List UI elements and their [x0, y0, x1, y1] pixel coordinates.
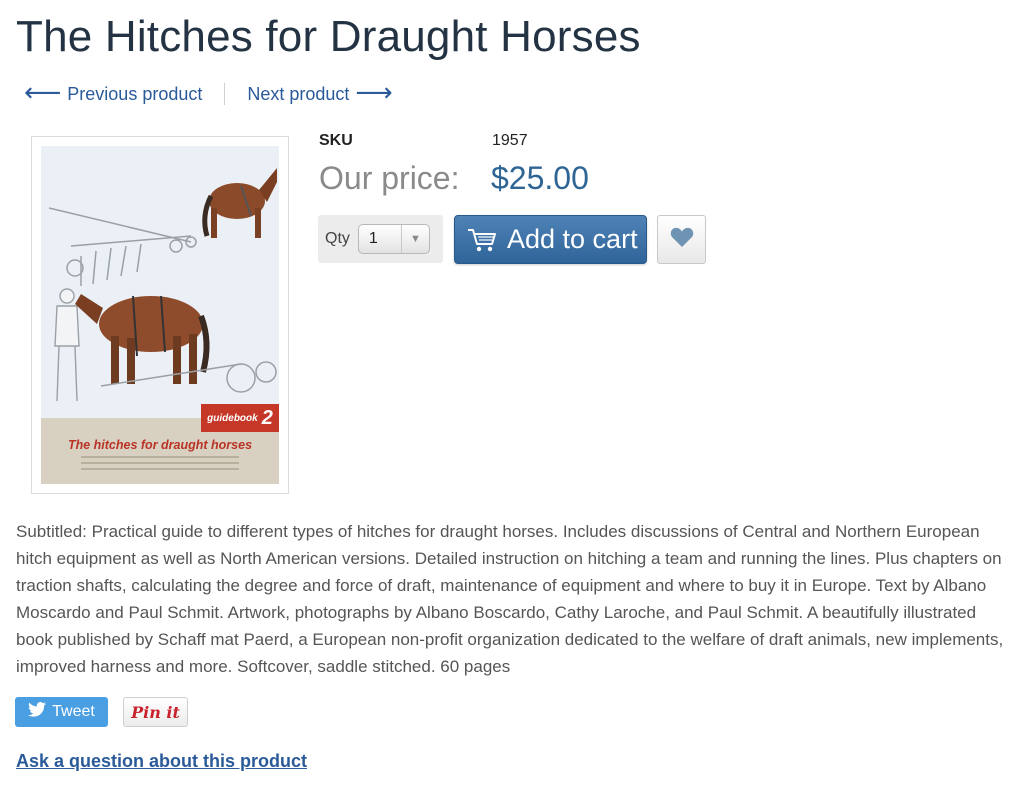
arrow-right-icon: ⟶	[355, 77, 393, 107]
product-description: Subtitled: Practical guide to different …	[16, 522, 1004, 676]
cover-subtitle-lines	[81, 456, 239, 458]
next-product-link[interactable]: Next product ⟶	[247, 77, 393, 107]
quantity-value: 1	[368, 230, 378, 247]
tweet-button[interactable]: Tweet	[15, 697, 108, 727]
arrow-left-icon: ⟵	[24, 77, 62, 107]
ask-question-link[interactable]: Ask a question about this product	[16, 751, 307, 772]
pin-it-button[interactable]: Pin it	[123, 697, 188, 727]
price-label: Our price:	[319, 160, 460, 196]
sku-value: 1957	[492, 132, 528, 149]
book-cover: guidebook 2 The hitches for draught hors…	[41, 146, 279, 484]
chevron-down-icon: ▼	[400, 225, 429, 253]
cover-illustration	[41, 146, 279, 418]
cover-title: The hitches for draught horses	[67, 438, 253, 452]
nav-divider	[224, 83, 226, 105]
quantity-box: Qty 1 ▼	[318, 215, 443, 263]
guidebook-badge: guidebook 2	[201, 404, 279, 432]
product-image[interactable]: guidebook 2 The hitches for draught hors…	[31, 136, 289, 494]
page-title: The Hitches for Draught Horses	[16, 12, 641, 61]
heart-icon	[670, 226, 694, 253]
pin-it-label: Pin it	[131, 702, 180, 722]
quantity-select[interactable]: 1 ▼	[357, 224, 430, 254]
product-navigation: ⟵ Previous product Next product ⟶	[24, 77, 393, 108]
previous-product-label: Previous product	[67, 83, 203, 104]
badge-number: 2	[261, 406, 273, 429]
cart-icon	[467, 227, 497, 253]
twitter-bird-icon	[28, 702, 47, 722]
badge-text: guidebook	[207, 412, 258, 424]
qty-label: Qty	[325, 230, 350, 247]
add-to-cart-label: Add to cart	[507, 224, 638, 254]
add-to-cart-button[interactable]: Add to cart	[454, 215, 647, 264]
next-product-label: Next product	[247, 83, 350, 104]
sku-label: SKU	[319, 132, 353, 149]
tweet-label: Tweet	[52, 703, 95, 720]
previous-product-link[interactable]: ⟵ Previous product	[24, 77, 203, 107]
wishlist-button[interactable]	[657, 215, 706, 264]
price-value: $25.00	[491, 160, 589, 196]
